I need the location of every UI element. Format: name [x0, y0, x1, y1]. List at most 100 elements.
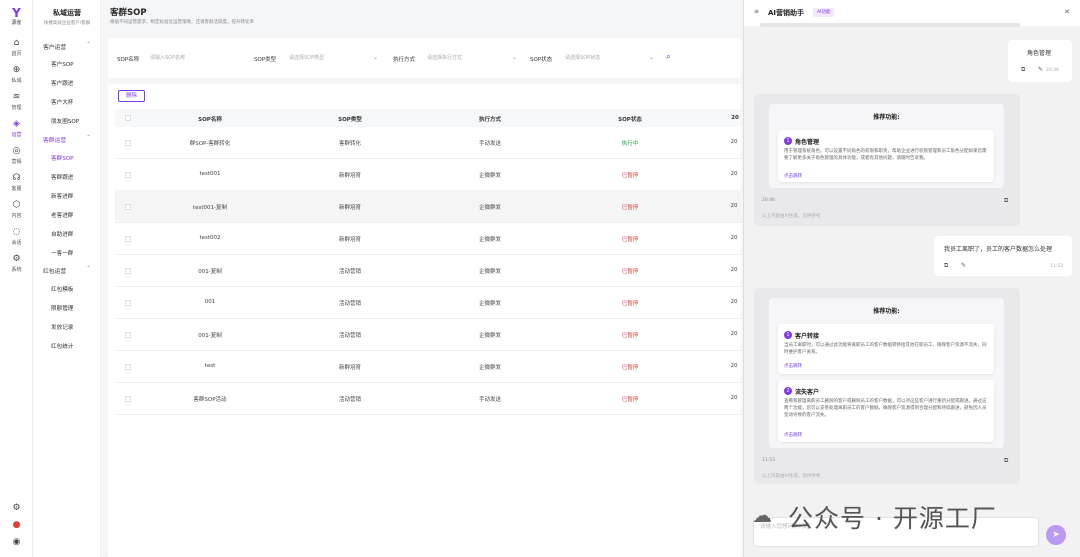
recommend-heading: 推荐功能: [873, 114, 900, 121]
row-checkbox[interactable] [125, 332, 131, 338]
rail-item-manage[interactable]: ≋ 管理 [0, 92, 33, 111]
sop-name-label: SOP名称 [117, 57, 140, 63]
search-icon[interactable]: ⌕ [666, 51, 678, 63]
ai-badge: AI功能 [813, 8, 835, 17]
chevron-down-icon: ⌄ [373, 54, 379, 61]
cell-exec: 企微群发 [478, 205, 501, 211]
submenu-item[interactable]: 新客进群 [33, 192, 101, 200]
cell-exec: 企微群发 [478, 173, 501, 179]
gear-icon: ⚙ [12, 254, 21, 264]
feature-link[interactable]: 点击跳转 [784, 363, 802, 369]
submenu-item-active[interactable]: 客群SOP [33, 154, 101, 162]
feature-card: 1 角色管理 用于管理系统角色。可以设置不同角色的权限和职责，帮助企业进行权限管… [778, 130, 994, 182]
submenu-item[interactable]: 红包模板 [33, 285, 101, 293]
cell-status: 已暂停 [621, 365, 639, 371]
edit-icon[interactable]: ✎ [961, 262, 966, 269]
cell-type: 新群培育 [338, 365, 361, 371]
ai-message-time: 20:46 [762, 198, 775, 203]
table-row[interactable]: 001 活动营销 企微群发 已暂停 20 [115, 287, 741, 319]
row-checkbox[interactable] [125, 172, 131, 178]
cell-exec: 企微群发 [478, 365, 501, 371]
rail-item-chat[interactable]: ◌ 会话 [0, 227, 33, 246]
copy-icon[interactable]: ⧉ [1004, 197, 1008, 205]
submenu-item[interactable]: 发放记录 [33, 323, 101, 331]
target-icon: ◎ [12, 146, 21, 156]
ai-recommend-box: 推荐功能: 1 客户转接 当员工离职时，可以通过此功能将离职员工的客户数据转移给… [769, 298, 1004, 448]
feature-link[interactable]: 点击跳转 [784, 173, 802, 179]
submenu-item[interactable]: 客户跟进 [33, 79, 101, 87]
select-all-checkbox[interactable] [125, 115, 131, 121]
rail-item-service[interactable]: ☊ 客服 [0, 173, 33, 192]
submenu-item[interactable]: 朋友圈SOP [33, 117, 101, 125]
table-row[interactable]: 客群SOP活动 活动营销 手动发送 已暂停 20 [115, 383, 741, 415]
feature-link[interactable]: 点击跳转 [784, 432, 802, 438]
cell-date: 20 [730, 395, 738, 401]
submenu-item[interactable]: 老客进群 [33, 211, 101, 219]
message-time: 20:46 [1046, 68, 1059, 73]
edit-icon[interactable]: ✎ [1038, 66, 1043, 73]
cell-name: 客群SOP活动 [193, 397, 227, 403]
table-row[interactable]: test002 新群培育 企微群发 已暂停 20 [115, 223, 741, 255]
row-checkbox[interactable] [125, 396, 131, 402]
ai-recommend-box: 推荐功能: 1 角色管理 用于管理系统角色。可以设置不同角色的权限和职责，帮助企… [769, 104, 1004, 188]
cell-exec: 企微群发 [478, 301, 501, 307]
copy-icon[interactable]: ⧉ [1021, 66, 1025, 74]
feature-number: 2 [784, 387, 792, 395]
user-avatar-icon[interactable]: ◉ [0, 537, 33, 547]
table-row[interactable]: test001 新群培育 企微群发 已暂停 20 [115, 159, 741, 191]
submenu-item[interactable]: 客户大杯 [33, 98, 101, 106]
app-logo[interactable]: Y 源雀 [6, 7, 27, 26]
table-row[interactable]: 001-复制 活动营销 企微群发 已暂停 20 [115, 255, 741, 287]
submenu-item[interactable]: 客群跟进 [33, 173, 101, 181]
table-row[interactable]: test001-复制 新群培育 企微群发 已暂停 20 [115, 191, 741, 223]
table-row[interactable]: 001-复制 活动营销 企微群发 已暂停 20 [115, 319, 741, 351]
submenu-item[interactable]: 客户SOP [33, 60, 101, 68]
cell-type: 活动营销 [338, 333, 361, 339]
status-select[interactable]: 请选择SOP状态 [565, 53, 660, 63]
exec-select[interactable]: 请选择执行方式 [427, 53, 522, 63]
recommend-heading: 推荐功能: [873, 308, 900, 315]
row-checkbox[interactable] [125, 300, 131, 306]
cell-date: 20 [730, 363, 738, 369]
notification-icon[interactable]: ● [0, 520, 33, 530]
group-redpacket-ops[interactable]: 红包运营 ⌃ [43, 266, 93, 275]
cell-name: 001-复制 [198, 269, 222, 275]
feature-card: 1 客户转接 当员工离职时，可以通过此功能将离职员工的客户数据转移给其他在职员工… [778, 324, 994, 374]
submenu-item[interactable]: 自助进群 [33, 230, 101, 238]
cell-exec: 企微群发 [478, 333, 501, 339]
settings-icon[interactable]: ⚙ [0, 503, 33, 513]
watermark-text: 公众号 · 开源工厂 [788, 504, 997, 533]
sop-name-input[interactable]: 请输入SOP名称 [150, 53, 245, 63]
submenu-item[interactable]: 限额管理 [33, 304, 101, 312]
main-content: 客群SOP 根据不同运营需求，制定标准化运营策略，还请客群活跃度，提升转化率 S… [101, 0, 743, 557]
rail-item-content[interactable]: ⬡ 内容 [0, 200, 33, 219]
row-checkbox[interactable] [125, 140, 131, 146]
rail-item-home[interactable]: ⌂ 首页 [0, 38, 33, 57]
submenu-item[interactable]: 红包统计 [33, 342, 101, 350]
sop-type-select[interactable]: 请选择SOP类型 [289, 53, 384, 63]
row-checkbox[interactable] [125, 268, 131, 274]
submenu-item[interactable]: 一客一群 [33, 249, 101, 257]
close-icon[interactable]: ✕ [1064, 8, 1070, 16]
group-group-ops[interactable]: 客群运营 ⌃ [43, 135, 93, 144]
menu-icon[interactable]: ≡ [754, 8, 759, 15]
table-row[interactable]: test 新群培育 企微群发 已暂停 20 [115, 351, 741, 383]
table-row[interactable]: 群SOP-客群转化 客群转化 手动发送 执行中 20 [115, 127, 741, 159]
rail-item-operation[interactable]: ◈ 运营 [0, 119, 33, 138]
layers-icon: ≋ [12, 92, 21, 102]
copy-icon[interactable]: ⧉ [1004, 457, 1008, 465]
group-customer-ops[interactable]: 客户运营 ⌃ [43, 42, 93, 51]
rail-item-marketing[interactable]: ◎ 营销 [0, 146, 33, 165]
feature-title: 流失客户 [795, 389, 820, 396]
ai-message: 推荐功能: 1 客户转接 当员工离职时，可以通过此功能将离职员工的客户数据转移给… [754, 288, 1020, 484]
cell-type: 活动营销 [338, 397, 361, 403]
copy-icon[interactable]: ⧉ [944, 262, 948, 270]
rail-item-system[interactable]: ⚙ 系统 [0, 254, 33, 273]
row-checkbox[interactable] [125, 236, 131, 242]
rail-item-private[interactable]: ⊕ 私域 [0, 65, 33, 84]
row-checkbox[interactable] [125, 364, 131, 370]
row-checkbox[interactable] [125, 204, 131, 210]
ai-message: 推荐功能: 1 角色管理 用于管理系统角色。可以设置不同角色的权限和职责，帮助企… [754, 94, 1020, 226]
delete-button[interactable]: 删除 [118, 90, 145, 102]
watermark: ☁ 公众号 · 开源工厂 [752, 497, 1052, 533]
